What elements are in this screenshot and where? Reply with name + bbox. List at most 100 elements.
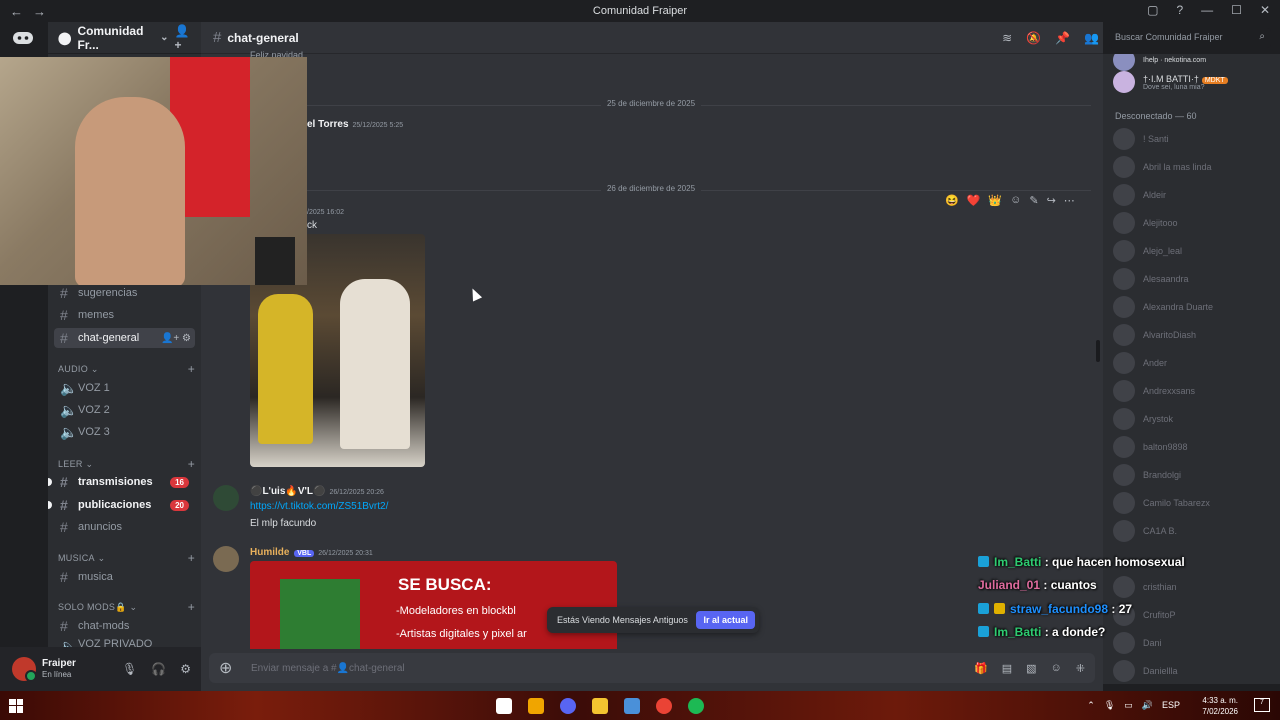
voice-channel-voz2[interactable]: 🔈 VOZ 2 <box>54 400 195 420</box>
gif-icon[interactable]: ▤ <box>1002 662 1012 675</box>
reaction-laugh-icon[interactable]: 😆 <box>945 194 959 207</box>
spotify-icon[interactable] <box>688 698 704 714</box>
user-controls: 🎙 🎧 ⚙ <box>122 662 191 676</box>
gift-icon[interactable]: 🎁 <box>974 662 988 675</box>
author-name[interactable]: Humilde <box>250 547 289 558</box>
notification-center-icon[interactable]: 7 <box>1254 698 1270 712</box>
category-audio[interactable]: AUDIO ⌄ + <box>58 362 195 376</box>
scrollbar-thumb[interactable] <box>1096 340 1100 362</box>
member-item[interactable]: Daniellla <box>1113 659 1273 683</box>
category-musica[interactable]: MUSICA ⌄ + <box>58 551 195 565</box>
chrome-icon[interactable] <box>656 698 672 714</box>
avatar[interactable] <box>213 485 239 511</box>
reaction-crown-icon[interactable]: 👑 <box>988 194 1002 207</box>
category-solo-mods[interactable]: SOLO MODS🔒 ⌄ + <box>58 600 195 614</box>
close-icon[interactable]: ✕ <box>1260 3 1270 17</box>
server-header[interactable]: ⬤ Comunidad Fr... ⌄ 👤+ <box>48 22 201 54</box>
member-item[interactable]: †·I.M BATTI·† MDKT Dove sei, luna mia? <box>1113 70 1273 94</box>
discord-icon[interactable] <box>12 30 36 46</box>
jump-to-present-button[interactable]: Ir al actual <box>696 611 755 629</box>
category-leer[interactable]: LEER ⌄ + <box>58 457 195 471</box>
network-icon[interactable]: ▭ <box>1124 700 1133 711</box>
badge-icon <box>978 603 989 614</box>
channel-musica[interactable]: # musica <box>54 567 195 587</box>
capcut-icon[interactable] <box>496 698 512 714</box>
channel-publicaciones[interactable]: # publicaciones 20 <box>54 495 195 515</box>
member-item[interactable]: Brandolgi <box>1113 463 1273 487</box>
member-item[interactable]: Abril la mas linda <box>1113 155 1273 179</box>
avatar[interactable] <box>213 546 239 572</box>
pin-icon[interactable]: 📌 <box>1055 31 1070 45</box>
author-name[interactable]: ⚫L'uis🔥V'L⚫ <box>250 486 325 497</box>
avatar <box>1113 324 1135 346</box>
volume-icon[interactable]: 🔊 <box>1142 700 1153 711</box>
member-item[interactable]: CA1A B. <box>1113 519 1273 543</box>
voice-channel-privado[interactable]: 🔈 VOZ PRIVADO <box>54 638 195 647</box>
message-link[interactable]: https://vt.tiktok.com/ZS51Bvrt2/ <box>250 501 388 512</box>
add-reaction-icon[interactable]: ☺ <box>1010 194 1021 207</box>
member-item[interactable]: Ander <box>1113 351 1273 375</box>
message-image[interactable]: SE BUSCA: -Modeladores en blockbl -Artis… <box>250 561 617 649</box>
member-item[interactable]: AlvaritoDiash <box>1113 323 1273 347</box>
composer-placeholder[interactable]: Enviar mensaje a #👤chat-general <box>251 663 405 674</box>
taskbar-clock[interactable]: 4:33 a. m. 7/02/2026 <box>1202 695 1238 717</box>
add-channel-icon[interactable]: + <box>188 362 195 376</box>
edit-icon[interactable]: ✎ <box>1029 194 1038 207</box>
minimize-icon[interactable]: — <box>1201 3 1213 17</box>
author-name[interactable]: el Torres <box>307 119 349 130</box>
maximize-icon[interactable]: ☐ <box>1231 3 1242 17</box>
channel-sugerencias[interactable]: # sugerencias <box>54 283 195 303</box>
file-explorer-icon[interactable] <box>592 698 608 714</box>
calculator-icon[interactable] <box>624 698 640 714</box>
channel-chat-mods[interactable]: # chat-mods <box>54 616 195 636</box>
add-channel-icon[interactable]: + <box>188 457 195 471</box>
plus-icon[interactable]: ⊕ <box>219 658 239 678</box>
emoji-icon[interactable]: ☺ <box>1051 662 1062 675</box>
mute-icon[interactable]: 🔕 <box>1026 31 1041 45</box>
reaction-heart-icon[interactable]: ❤️ <box>967 194 981 207</box>
mic-icon[interactable]: 🎙 <box>122 662 137 676</box>
member-item[interactable]: Alejo_leal <box>1113 239 1273 263</box>
settings-icon[interactable]: ⚙ <box>180 662 191 676</box>
threads-icon[interactable]: ≋ <box>1002 31 1012 45</box>
sticker-icon[interactable]: ▧ <box>1026 662 1036 675</box>
headphones-icon[interactable]: 🎧 <box>151 662 166 676</box>
channel-memes[interactable]: # memes <box>54 305 195 325</box>
help-icon[interactable]: ? <box>1176 3 1183 17</box>
invite-icon[interactable]: 👤+ <box>174 24 193 52</box>
channel-settings-icon[interactable]: 👤+ ⚙ <box>161 333 191 344</box>
member-item[interactable]: Arystok <box>1113 407 1273 431</box>
chevron-up-icon[interactable]: ⌃ <box>1087 700 1095 711</box>
user-info[interactable]: Fraiper En línea <box>42 658 76 680</box>
member-item[interactable]: Alesaandra <box>1113 267 1273 291</box>
members-icon[interactable]: 👥 <box>1084 31 1099 45</box>
add-channel-icon[interactable]: + <box>188 551 195 565</box>
member-item[interactable]: Alejitooo <box>1113 211 1273 235</box>
language-indicator[interactable]: ESP <box>1162 700 1180 711</box>
member-item[interactable]: Alexandra Duarte <box>1113 295 1273 319</box>
apps-icon[interactable]: ⁜ <box>1076 662 1085 675</box>
window-controls: ▢ ? — ☐ ✕ <box>1147 3 1270 17</box>
channel-chat-general[interactable]: # chat-general 👤+ ⚙ <box>54 328 195 348</box>
member-item[interactable]: ! Santi <box>1113 127 1273 151</box>
more-icon[interactable]: ⋯ <box>1064 194 1075 207</box>
message-composer[interactable]: ⊕ Enviar mensaje a #👤chat-general 🎁 ▤ ▧ … <box>209 653 1095 683</box>
channel-anuncios[interactable]: # anuncios <box>54 517 195 537</box>
windows-start-icon[interactable] <box>9 698 23 713</box>
forward-icon[interactable]: ↪ <box>1047 194 1056 207</box>
member-item[interactable]: Aldeir <box>1113 183 1273 207</box>
member-item[interactable]: Andrexxsans <box>1113 379 1273 403</box>
member-item[interactable]: Camilo Tabarezx <box>1113 491 1273 515</box>
member-item[interactable]: balton9898 <box>1113 435 1273 459</box>
inbox-icon[interactable]: ▢ <box>1147 3 1158 17</box>
discord-icon[interactable] <box>560 698 576 714</box>
search-input[interactable]: Buscar Comunidad Fraiper ⌕ <box>1109 28 1271 48</box>
obs-icon[interactable] <box>528 698 544 714</box>
mic-icon[interactable]: 🎙 <box>1104 700 1115 711</box>
message-author[interactable]: el Torres 25/12/2025 5:25 <box>307 119 403 130</box>
channel-transmisiones[interactable]: # transmisiones 16 <box>54 472 195 492</box>
voice-channel-voz3[interactable]: 🔈 VOZ 3 <box>54 422 195 442</box>
avatar[interactable] <box>12 657 37 682</box>
voice-channel-voz1[interactable]: 🔈 VOZ 1 <box>54 378 195 398</box>
add-channel-icon[interactable]: + <box>188 600 195 614</box>
